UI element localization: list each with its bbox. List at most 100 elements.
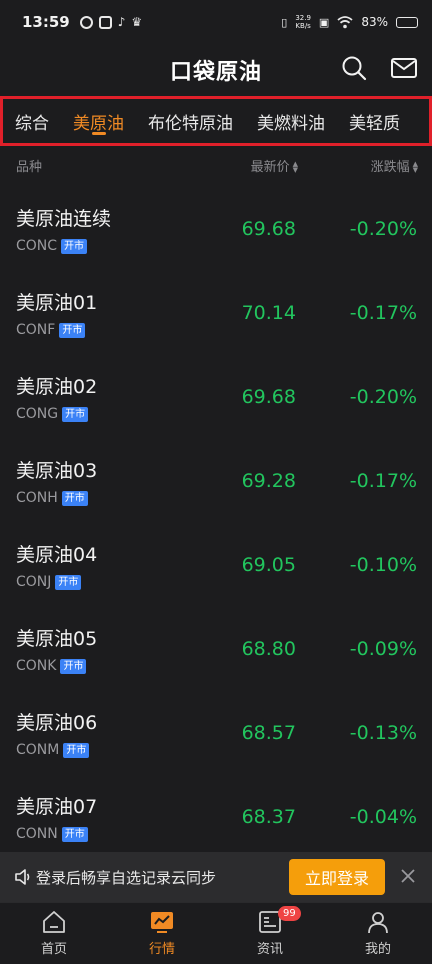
tab-3[interactable]: 美燃料油 (245, 99, 337, 143)
change-percent: -0.20% (349, 386, 417, 408)
code-text: CONC (16, 238, 58, 254)
mail-icon[interactable] (390, 54, 418, 82)
quote-row[interactable]: 美原油04 CONJ 开市 69.05 -0.10% (0, 522, 432, 606)
market-open-badge: 开市 (60, 658, 87, 674)
change-percent: -0.13% (349, 722, 417, 744)
crown-icon: ♛ (131, 15, 143, 29)
latest-price: 68.57 (241, 722, 296, 744)
bottom-nav: 首页 行情 99 资讯 我的 (0, 902, 432, 964)
home-icon (43, 911, 65, 933)
instrument-name: 美原油04 (16, 544, 98, 566)
column-price-label: 最新价 (250, 159, 290, 175)
tab-0[interactable]: 综合 (3, 99, 61, 143)
market-open-badge: 开市 (59, 322, 86, 338)
nav-news[interactable]: 99 资讯 (216, 903, 324, 964)
latest-price: 69.05 (241, 554, 296, 576)
column-change-label: 涨跌幅 (370, 159, 410, 175)
market-open-badge: 开市 (61, 490, 88, 506)
market-open-badge: 开市 (55, 574, 82, 590)
login-banner: 登录后畅享自选记录云同步 立即登录 (0, 852, 432, 902)
code-text: CONN (16, 826, 58, 842)
instrument-name: 美原油02 (16, 376, 98, 398)
close-icon[interactable] (398, 866, 418, 886)
search-icon[interactable] (340, 54, 368, 82)
market-open-badge: 开市 (61, 826, 88, 842)
instrument-code: CONJ 开市 (16, 574, 82, 590)
vibrate-icon: ▯ (281, 15, 288, 29)
status-right: ▯ 32.9 KB/s ▣ 83% (281, 14, 418, 30)
code-text: CONG (16, 406, 59, 422)
status-bar: 13:59 ♪ ♛ ▯ 32.9 KB/s ▣ 83% (0, 0, 432, 44)
instrument-name: 美原油07 (16, 796, 98, 818)
change-percent: -0.17% (349, 470, 417, 492)
code-text: CONK (16, 658, 57, 674)
nav-label: 资讯 (256, 942, 283, 957)
quote-row[interactable]: 美原油01 CONF 开市 70.14 -0.17% (0, 270, 432, 354)
market-open-badge: 开市 (62, 406, 89, 422)
tab-1[interactable]: 美原油 (61, 99, 136, 143)
battery-percent: 83% (361, 15, 388, 29)
instrument-name: 美原油连续 (16, 208, 112, 230)
instrument-name: 美原油03 (16, 460, 98, 482)
quote-row[interactable]: 美原油06 CONM 开市 68.57 -0.13% (0, 690, 432, 774)
nav-label: 行情 (148, 942, 175, 957)
instrument-name: 美原油05 (16, 628, 98, 650)
nav-label: 我的 (364, 942, 391, 957)
quote-row[interactable]: 美原油05 CONK 开市 68.80 -0.09% (0, 606, 432, 690)
latest-price: 69.68 (241, 386, 296, 408)
market-open-badge: 开市 (61, 238, 88, 254)
quote-row[interactable]: 美原油07 CONN 开市 68.37 -0.04% (0, 774, 432, 858)
category-tabs: 综合 美原油 布伦特原油 美燃料油 美轻质 (0, 96, 432, 146)
code-text: CONJ (16, 574, 52, 590)
nav-market[interactable]: 行情 (108, 903, 216, 964)
sim-off-icon: ▣ (318, 15, 330, 29)
sort-arrows-icon: ▲ ▼ (292, 160, 298, 174)
status-time: 13:59 (22, 13, 70, 31)
column-name: 品种 (16, 159, 43, 175)
notification-icons: ♪ ♛ (79, 15, 143, 29)
net-speed-value: 32.9 (295, 14, 311, 22)
code-text: CONH (16, 490, 58, 506)
news-count-badge: 99 (278, 906, 301, 921)
app-notification-icon (79, 15, 93, 29)
change-percent: -0.04% (349, 806, 417, 828)
battery-icon (396, 16, 418, 28)
market-chart-icon (151, 912, 173, 933)
tab-2[interactable]: 布伦特原油 (136, 99, 245, 143)
latest-price: 70.14 (241, 302, 296, 324)
latest-price: 69.28 (241, 470, 296, 492)
login-button[interactable]: 立即登录 (289, 859, 385, 895)
column-header: 品种 最新价 ▲ ▼ 涨跌幅 ▲ ▼ (0, 150, 432, 180)
app-header: 口袋原油 (0, 44, 432, 94)
instrument-code: CONG 开市 (16, 406, 89, 422)
instrument-code: CONM 开市 (16, 742, 90, 758)
sort-arrows-icon: ▲ ▼ (412, 160, 418, 174)
quote-row[interactable]: 美原油连续 CONC 开市 69.68 -0.20% (0, 186, 432, 270)
quote-list: 美原油连续 CONC 开市 69.68 -0.20% 美原油01 CONF 开市 70.14 -0… (0, 186, 432, 858)
market-open-badge: 开市 (63, 742, 90, 758)
quote-row[interactable]: 美原油02 CONG 开市 69.68 -0.20% (0, 354, 432, 438)
net-speed: 32.9 KB/s (295, 14, 311, 30)
instrument-code: CONC 开市 (16, 238, 88, 254)
code-text: CONM (16, 742, 60, 758)
nav-profile[interactable]: 我的 (324, 903, 432, 964)
instrument-code: CONK 开市 (16, 658, 87, 674)
tab-4[interactable]: 美轻质 (337, 99, 412, 143)
profile-icon (368, 912, 388, 934)
change-percent: -0.17% (349, 302, 417, 324)
sort-by-change[interactable]: 涨跌幅 ▲ ▼ (371, 156, 418, 175)
instrument-code: CONF 开市 (16, 322, 86, 338)
banner-text: 登录后畅享自选记录云同步 (36, 868, 217, 887)
message-notification-icon (98, 15, 112, 29)
sort-by-price[interactable]: 最新价 ▲ ▼ (251, 156, 298, 175)
instrument-name: 美原油01 (16, 292, 98, 314)
latest-price: 68.37 (241, 806, 296, 828)
net-speed-unit: KB/s (295, 22, 311, 30)
latest-price: 68.80 (241, 638, 296, 660)
change-percent: -0.09% (349, 638, 417, 660)
nav-home[interactable]: 首页 (0, 903, 108, 964)
quote-row[interactable]: 美原油03 CONH 开市 69.28 -0.17% (0, 438, 432, 522)
change-percent: -0.20% (349, 218, 417, 240)
change-percent: -0.10% (349, 554, 417, 576)
code-text: CONF (16, 322, 56, 338)
